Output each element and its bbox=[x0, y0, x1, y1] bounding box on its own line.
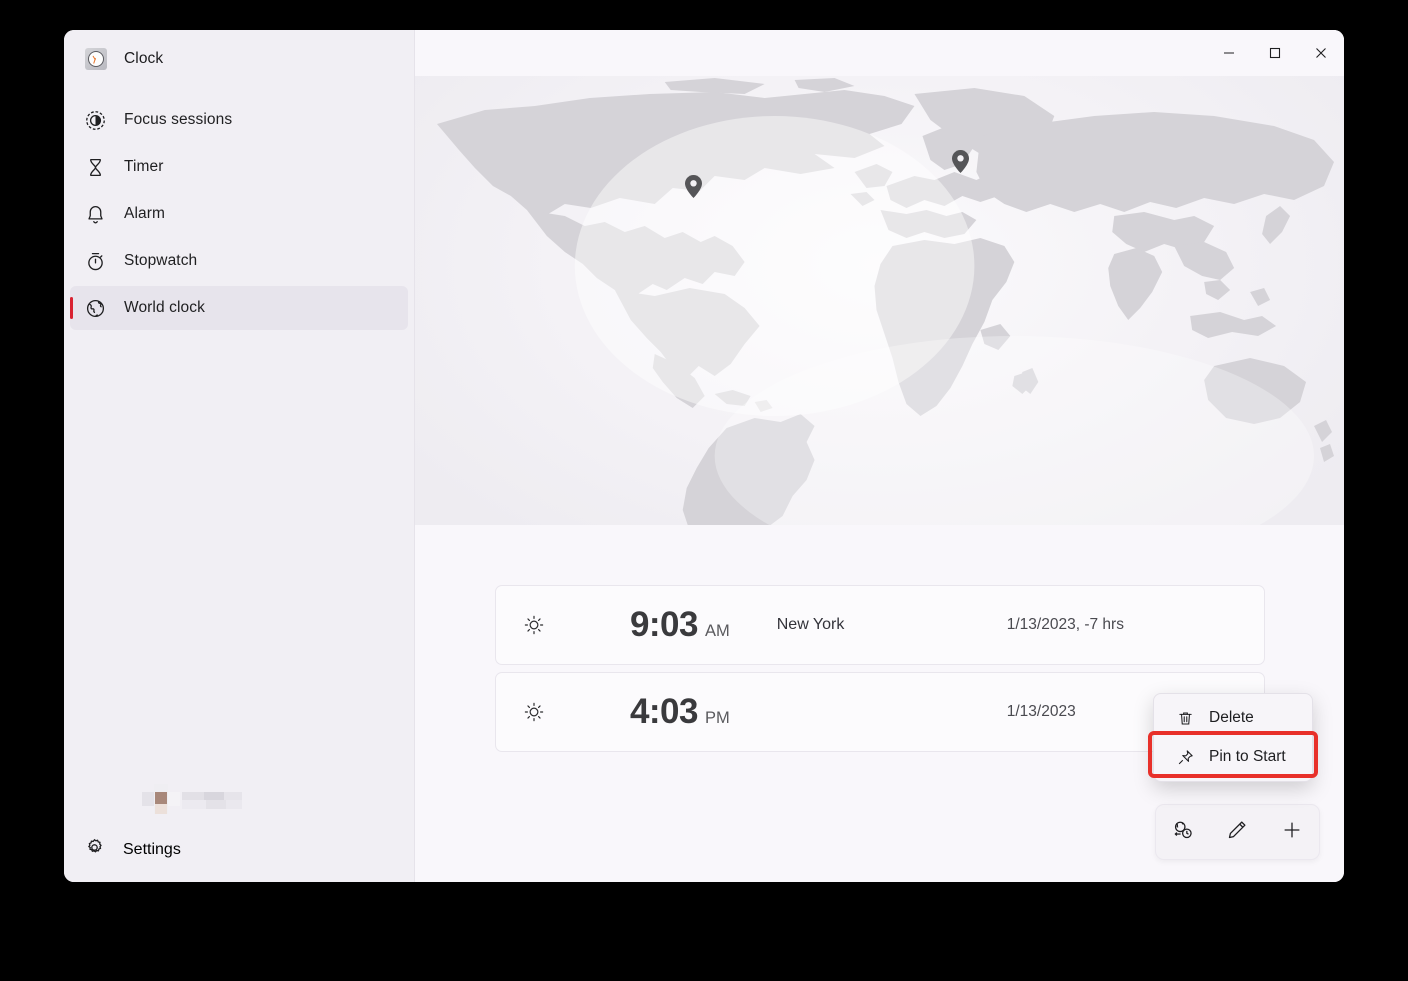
sidebar-item-label: Stopwatch bbox=[124, 252, 198, 269]
app-title: Clock bbox=[124, 50, 164, 67]
table-row[interactable]: 4:03 PM 1/13/2023 bbox=[495, 672, 1265, 752]
gear-icon bbox=[84, 837, 105, 863]
globe-icon bbox=[84, 297, 106, 319]
sidebar-item-label: Alarm bbox=[124, 205, 165, 222]
sidebar-nav: Focus sessions Timer Alarm Stopwatch Wor… bbox=[64, 98, 414, 330]
sun-icon bbox=[520, 701, 548, 723]
app-title-row: Clock bbox=[64, 30, 414, 88]
clock-period: AM bbox=[705, 622, 730, 640]
context-menu-item-pin-to-start[interactable]: Pin to Start bbox=[1158, 738, 1308, 776]
bell-alarm-icon bbox=[84, 203, 106, 225]
hourglass-timer-icon bbox=[84, 156, 106, 178]
world-map-landmasses bbox=[436, 78, 1335, 525]
clock-time: 4:03 bbox=[629, 692, 699, 731]
edit-button[interactable] bbox=[1216, 811, 1258, 853]
clock-date-offset: 1/13/2023 bbox=[1006, 703, 1076, 720]
plus-add-icon bbox=[1281, 819, 1303, 846]
sidebar-item-timer[interactable]: Timer bbox=[70, 145, 408, 189]
pencil-edit-icon bbox=[1226, 819, 1248, 846]
maximize-button[interactable] bbox=[1252, 30, 1298, 76]
second-city-pin[interactable] bbox=[952, 150, 969, 173]
context-menu-item-label: Delete bbox=[1209, 709, 1254, 726]
clock-time: 9:03 bbox=[629, 605, 699, 644]
clock-period: PM bbox=[705, 709, 730, 727]
context-menu: Delete Pin to Start bbox=[1153, 693, 1313, 782]
pin-icon bbox=[1176, 749, 1194, 766]
action-bar bbox=[1155, 804, 1320, 860]
title-bar bbox=[415, 30, 1344, 76]
main-content: 9:03 AM New York 1/13/2023, -7 hrs 4:03 … bbox=[415, 30, 1344, 882]
account-blurred-region[interactable] bbox=[142, 784, 242, 814]
sidebar-item-label: World clock bbox=[124, 299, 205, 316]
sun-icon bbox=[520, 614, 548, 636]
table-row[interactable]: 9:03 AM New York 1/13/2023, -7 hrs bbox=[495, 585, 1265, 665]
clock-city: New York bbox=[776, 616, 845, 633]
clock-date-offset: 1/13/2023, -7 hrs bbox=[1006, 616, 1124, 633]
trash-icon bbox=[1176, 710, 1194, 727]
compare-times-button[interactable] bbox=[1162, 811, 1204, 853]
sidebar-item-stopwatch[interactable]: Stopwatch bbox=[70, 239, 408, 283]
new-york-pin[interactable] bbox=[685, 175, 702, 198]
compare-times-icon bbox=[1172, 819, 1194, 846]
minimize-button[interactable] bbox=[1206, 30, 1252, 76]
sidebar-item-focus-sessions[interactable]: Focus sessions bbox=[70, 98, 408, 142]
stopwatch-icon bbox=[84, 250, 106, 272]
clock-app-icon bbox=[85, 48, 107, 70]
sidebar-item-label: Timer bbox=[124, 158, 164, 175]
sidebar: Clock Focus sessions Timer Alarm Stopwat… bbox=[64, 30, 415, 882]
world-map bbox=[415, 76, 1344, 525]
add-new-city-button[interactable] bbox=[1271, 811, 1313, 853]
settings-label: Settings bbox=[123, 841, 181, 858]
sidebar-item-settings[interactable]: Settings bbox=[70, 828, 409, 872]
close-button[interactable] bbox=[1298, 30, 1344, 76]
context-menu-item-label: Pin to Start bbox=[1209, 748, 1286, 765]
sidebar-item-alarm[interactable]: Alarm bbox=[70, 192, 408, 236]
context-menu-item-delete[interactable]: Delete bbox=[1158, 699, 1308, 737]
sidebar-item-label: Focus sessions bbox=[124, 111, 233, 128]
clock-app-window: Clock Focus sessions Timer Alarm Stopwat… bbox=[64, 30, 1344, 882]
focus-sessions-icon bbox=[84, 109, 106, 131]
sidebar-item-world-clock[interactable]: World clock bbox=[70, 286, 408, 330]
world-clock-list: 9:03 AM New York 1/13/2023, -7 hrs 4:03 … bbox=[495, 585, 1265, 759]
